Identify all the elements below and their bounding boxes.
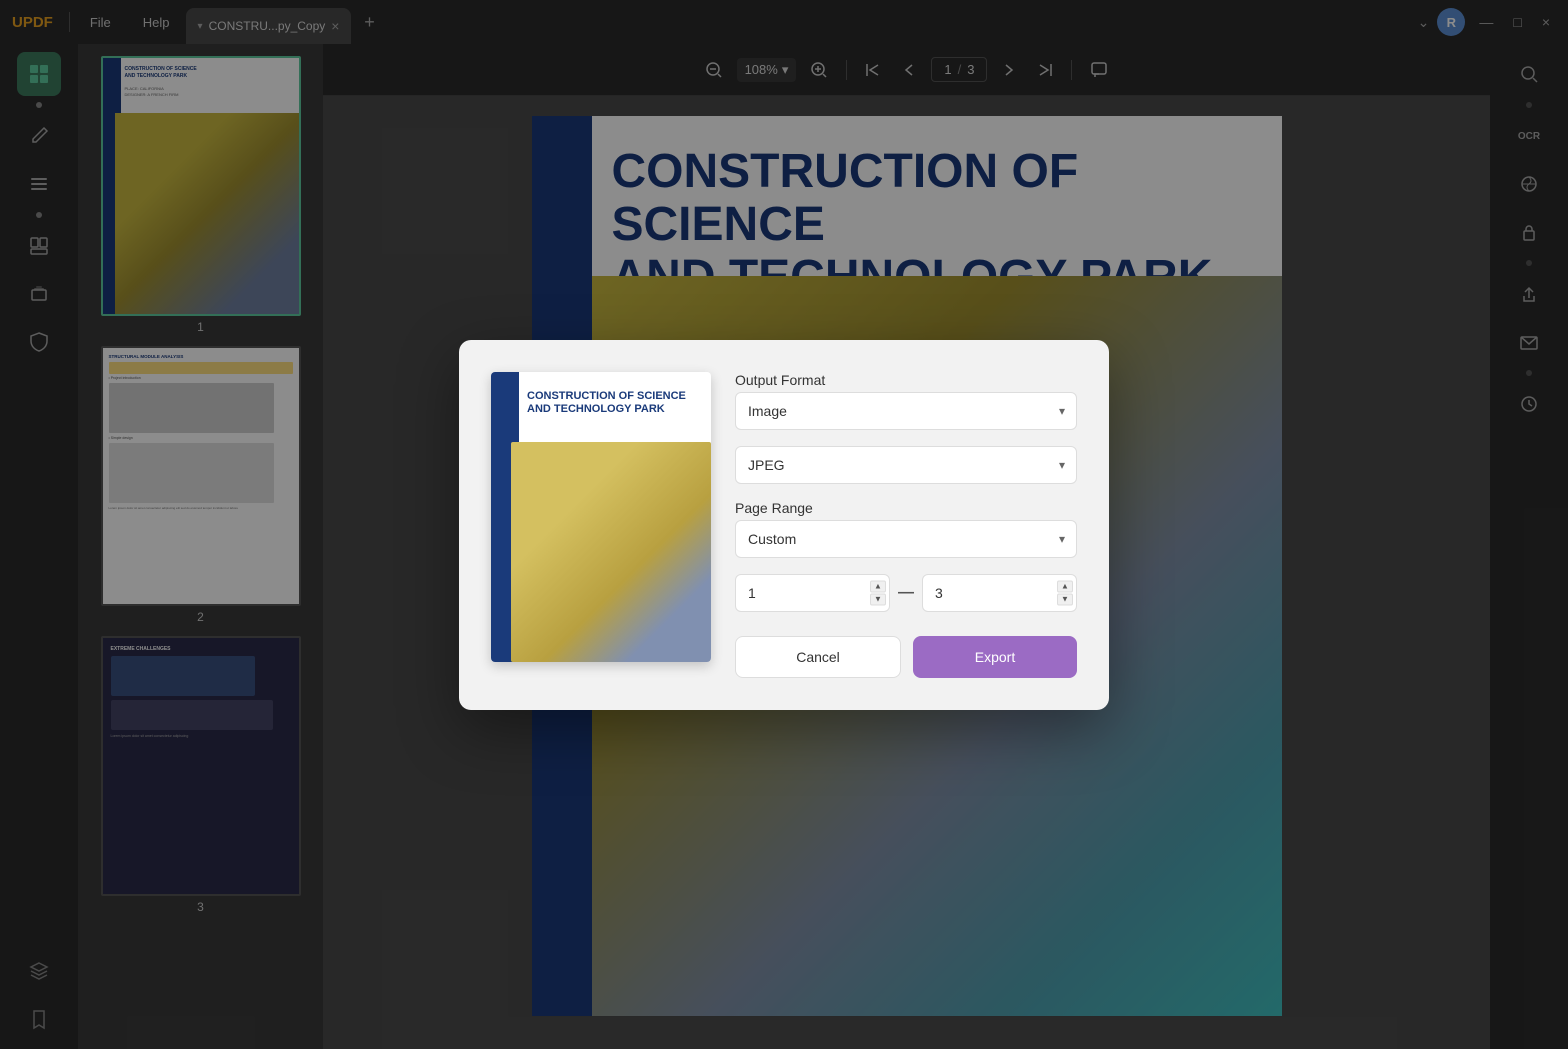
page-from-down-button[interactable]: ▼ xyxy=(870,593,886,605)
modal-buttons: Cancel Export xyxy=(735,636,1077,678)
format-select[interactable]: Image Word Excel PowerPoint PDF xyxy=(735,392,1077,430)
page-to-input[interactable]: 3 xyxy=(922,574,1077,612)
page-to-spinners: ▲ ▼ xyxy=(1057,580,1073,605)
modal-overlay: CONSTRUCTION OF SCIENCE AND TECHNOLOGY P… xyxy=(0,0,1568,1049)
modal-form: Output Format Image Word Excel PowerPoin… xyxy=(735,372,1077,678)
preview-building xyxy=(511,442,711,662)
output-format-label: Output Format xyxy=(735,372,1077,388)
page-from-wrapper: 1 ▲ ▼ xyxy=(735,574,890,612)
preview-title: CONSTRUCTION OF SCIENCE AND TECHNOLOGY P… xyxy=(527,390,686,416)
export-modal: CONSTRUCTION OF SCIENCE AND TECHNOLOGY P… xyxy=(459,340,1109,710)
page-to-down-button[interactable]: ▼ xyxy=(1057,593,1073,605)
page-from-up-button[interactable]: ▲ xyxy=(870,580,886,592)
page-range-inputs: 1 ▲ ▼ — 3 ▲ ▼ xyxy=(735,574,1077,612)
modal-preview-image: CONSTRUCTION OF SCIENCE AND TECHNOLOGY P… xyxy=(491,372,711,662)
export-button[interactable]: Export xyxy=(913,636,1077,678)
format-select-wrapper: Image Word Excel PowerPoint PDF ▾ xyxy=(735,392,1077,430)
page-range-label: Page Range xyxy=(735,500,1077,516)
page-range-select-wrapper: All Pages Custom Current Page ▾ xyxy=(735,520,1077,558)
cancel-button[interactable]: Cancel xyxy=(735,636,901,678)
subformat-select[interactable]: JPEG PNG BMP TIFF xyxy=(735,446,1077,484)
page-range-select[interactable]: All Pages Custom Current Page xyxy=(735,520,1077,558)
range-dash: — xyxy=(898,584,914,602)
page-from-spinners: ▲ ▼ xyxy=(870,580,886,605)
page-to-wrapper: 3 ▲ ▼ xyxy=(922,574,1077,612)
subformat-select-wrapper: JPEG PNG BMP TIFF ▾ xyxy=(735,446,1077,484)
page-from-input[interactable]: 1 xyxy=(735,574,890,612)
modal-preview: CONSTRUCTION OF SCIENCE AND TECHNOLOGY P… xyxy=(491,372,711,678)
page-to-up-button[interactable]: ▲ xyxy=(1057,580,1073,592)
